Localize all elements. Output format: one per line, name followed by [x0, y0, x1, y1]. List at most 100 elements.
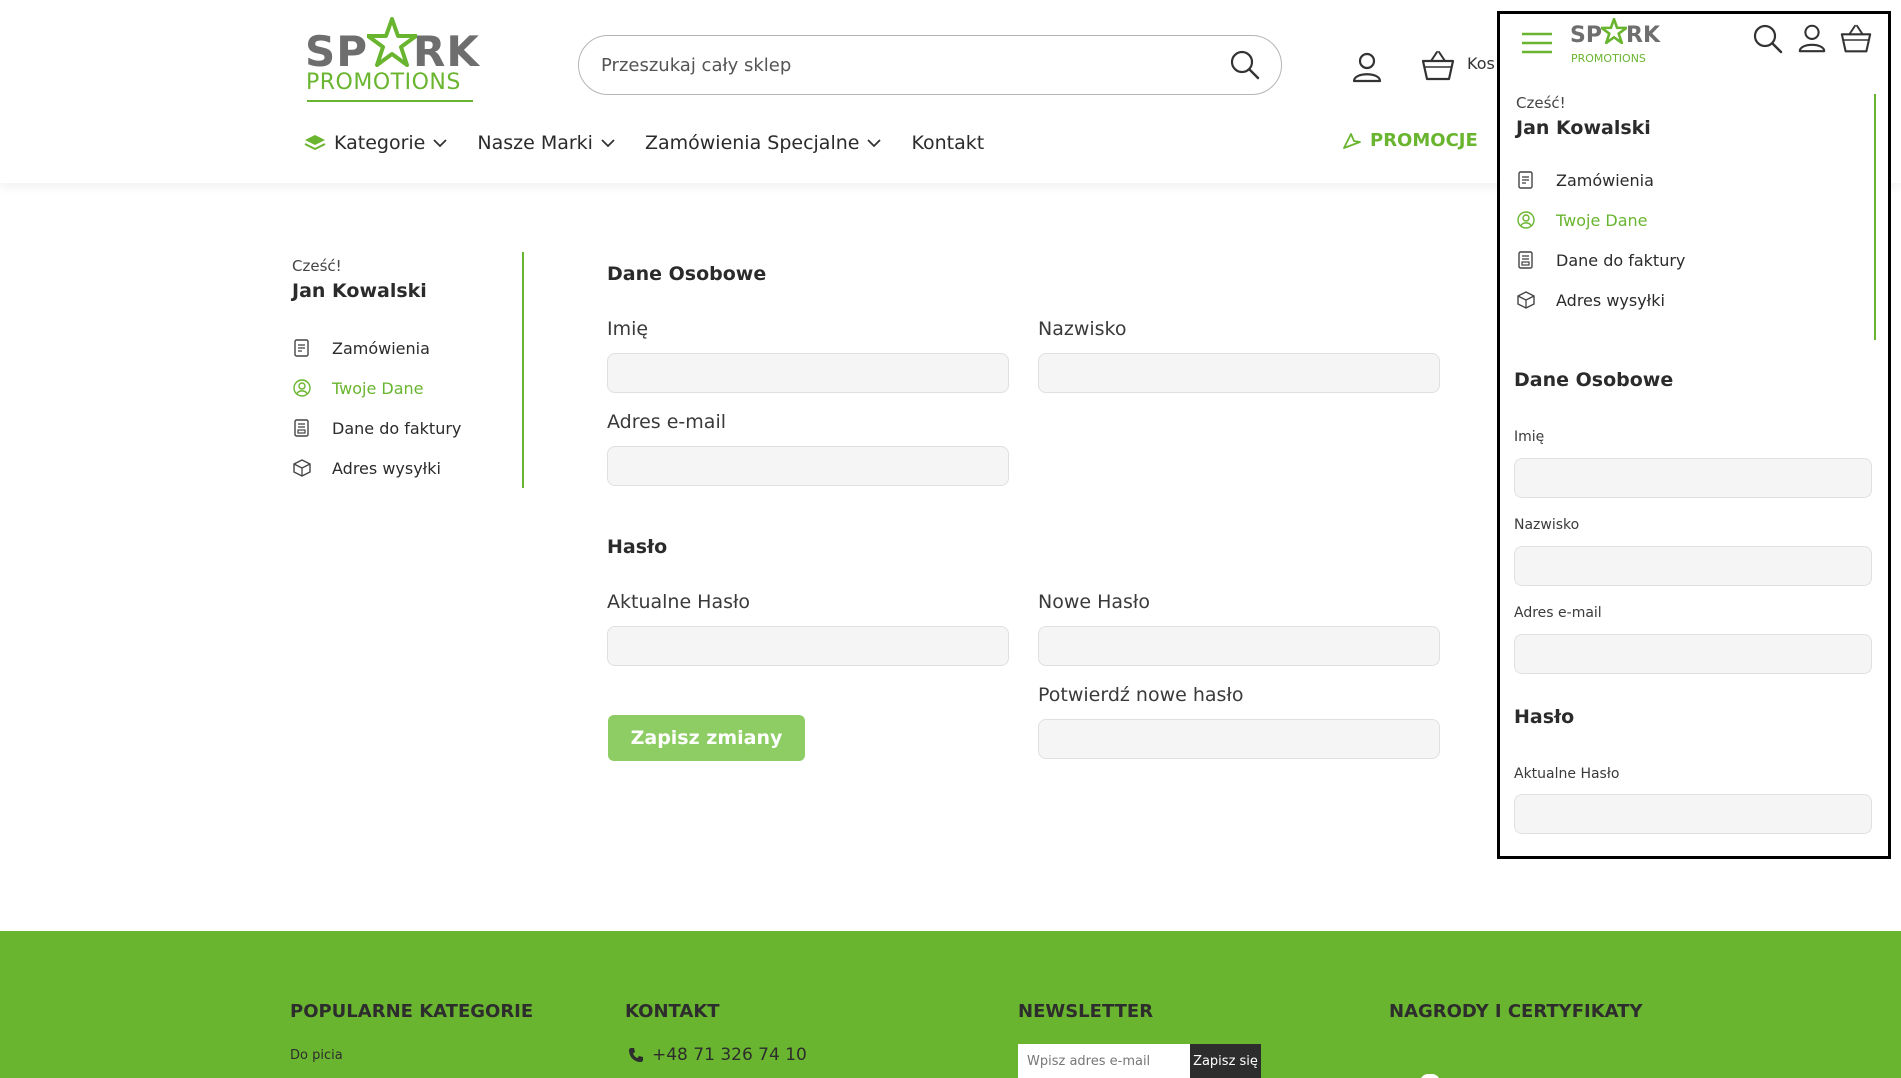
- newsletter-email-input[interactable]: [1018, 1044, 1190, 1078]
- logo-subtitle: PROMOTIONS: [1571, 52, 1646, 65]
- site-footer: POPULARNE KATEGORIE Do picia KONTAKT +48…: [0, 931, 1901, 1078]
- account-menu-invoice[interactable]: Dane do faktury: [292, 408, 461, 448]
- first-name-field-box: [607, 353, 1009, 393]
- nav-label: Kategorie: [334, 132, 426, 154]
- star-icon: [367, 17, 417, 67]
- account-menu-label: Dane do faktury: [1556, 250, 1686, 270]
- account-menu-your-data[interactable]: Twoje Dane: [292, 368, 461, 408]
- chevron-down-icon: [433, 138, 448, 147]
- last-name-label: Nazwisko: [1514, 517, 1580, 533]
- phone-icon: [629, 1048, 643, 1062]
- nav-item-marki[interactable]: Nasze Marki: [477, 132, 615, 154]
- promo-link[interactable]: PROMOCJE: [1342, 130, 1478, 151]
- user-icon[interactable]: [1796, 22, 1828, 54]
- account-menu-orders[interactable]: Zamówienia: [1516, 160, 1685, 200]
- email-field[interactable]: [608, 447, 1008, 485]
- current-password-field[interactable]: [1515, 795, 1871, 833]
- account-name: Jan Kowalski: [1516, 117, 1651, 139]
- email-label: Adres e-mail: [607, 411, 727, 433]
- account-name: Jan Kowalski: [292, 280, 427, 302]
- main-nav: Kategorie Nasze Marki Zamówienia Specjal…: [296, 128, 1014, 158]
- footer-phone-number: +48 71 326 74 10: [652, 1045, 807, 1065]
- first-name-label: Imię: [607, 318, 649, 340]
- profile-icon: [293, 379, 311, 397]
- account-menu-shipping[interactable]: Adres wysyłki: [1516, 280, 1685, 320]
- footer-categories-title: POPULARNE KATEGORIE: [290, 1001, 534, 1022]
- account-menu-label: Twoje Dane: [1556, 210, 1648, 230]
- account-menu-invoice[interactable]: Dane do faktury: [1516, 240, 1685, 280]
- mobile-preview: SP RK PROMOTIONS Cześć! Jan Kowalski Zam…: [1497, 11, 1891, 859]
- invoice-icon: [1518, 251, 1533, 269]
- footer-awards-title: NAGRODY I CERTYFIKATY: [1389, 1001, 1643, 1022]
- logo-text-left: SP: [305, 27, 369, 76]
- logo-subtitle: PROMOTIONS: [306, 70, 461, 95]
- account-menu-label: Zamówienia: [332, 338, 430, 358]
- new-password-field-box: [1038, 626, 1440, 666]
- mobile-header: SP RK PROMOTIONS: [1500, 14, 1888, 74]
- last-name-field-box: [1038, 353, 1440, 393]
- current-password-label: Aktualne Hasło: [607, 591, 751, 613]
- search-icon[interactable]: [1752, 23, 1784, 55]
- mobile-brand-logo[interactable]: SP RK PROMOTIONS: [1570, 17, 1660, 67]
- new-password-label: Nowe Hasło: [1038, 591, 1150, 613]
- cart-label[interactable]: Kos: [1467, 54, 1495, 73]
- package-icon: [1517, 291, 1535, 309]
- last-name-field-box: [1514, 546, 1872, 586]
- search-icon[interactable]: [1227, 47, 1263, 83]
- account-menu-label: Adres wysyłki: [332, 458, 441, 478]
- account-greeting: Cześć!: [1516, 94, 1566, 112]
- current-password-field[interactable]: [608, 627, 1008, 665]
- megaphone-icon: [1343, 132, 1361, 149]
- orders-icon: [1518, 171, 1533, 189]
- email-field-box: [1514, 634, 1872, 674]
- brand-logo[interactable]: SP RK PROMOTIONS: [305, 15, 479, 105]
- basket-icon[interactable]: [1420, 48, 1456, 84]
- footer-phone[interactable]: +48 71 326 74 10: [628, 1045, 807, 1065]
- logo-text-right: RK: [1626, 23, 1660, 48]
- current-password-label: Aktualne Hasło: [1514, 766, 1620, 782]
- nav-label: Nasze Marki: [477, 132, 593, 154]
- account-menu-your-data[interactable]: Twoje Dane: [1516, 200, 1685, 240]
- search-input[interactable]: [601, 50, 1201, 80]
- confirm-password-field-box: [1038, 719, 1440, 759]
- last-name-field[interactable]: [1039, 354, 1439, 392]
- current-password-field-box: [1514, 794, 1872, 834]
- account-menu-orders[interactable]: Zamówienia: [292, 328, 461, 368]
- account-menu-shipping[interactable]: Adres wysyłki: [292, 448, 461, 488]
- newsletter-subscribe-button[interactable]: Zapisz się: [1190, 1044, 1261, 1078]
- personal-data-title: Dane Osobowe: [607, 263, 767, 285]
- save-button[interactable]: Zapisz zmiany: [608, 715, 805, 761]
- logo-underline: [307, 100, 473, 102]
- nav-item-zamowienia-specjalne[interactable]: Zamówienia Specjalne: [645, 132, 882, 154]
- account-menu-label: Dane do faktury: [332, 418, 462, 438]
- nav-item-kategorie[interactable]: Kategorie: [296, 132, 448, 154]
- footer-link-do-picia[interactable]: Do picia: [290, 1048, 343, 1063]
- profile-form: Dane Osobowe Imię Nazwisko Adres e-mail …: [607, 260, 1441, 780]
- new-password-field[interactable]: [1039, 627, 1439, 665]
- account-greeting: Cześć!: [292, 257, 342, 275]
- password-title: Hasło: [607, 536, 668, 558]
- nav-label: Zamówienia Specjalne: [644, 132, 860, 154]
- account-menu-label: Zamówienia: [1556, 170, 1654, 190]
- footer-contact-title: KONTAKT: [625, 1001, 720, 1022]
- orders-icon: [294, 339, 309, 357]
- first-name-field[interactable]: [1515, 459, 1871, 497]
- confirm-password-field[interactable]: [1039, 720, 1439, 758]
- user-icon[interactable]: [1350, 50, 1384, 84]
- invoice-icon: [294, 419, 309, 437]
- email-field[interactable]: [1515, 635, 1871, 673]
- nav-item-kontakt[interactable]: Kontakt: [911, 132, 984, 154]
- nav-label: Kontakt: [911, 132, 985, 154]
- email-label: Adres e-mail: [1514, 605, 1602, 621]
- first-name-field-box: [1514, 458, 1872, 498]
- hamburger-menu-icon[interactable]: [1520, 28, 1554, 58]
- star-icon: [1601, 18, 1627, 44]
- account-menu-label: Twoje Dane: [332, 378, 424, 398]
- last-name-field[interactable]: [1515, 547, 1871, 585]
- profile-icon: [1517, 211, 1535, 229]
- footer-newsletter-title: NEWSLETTER: [1018, 1001, 1154, 1022]
- personal-data-title: Dane Osobowe: [1514, 369, 1674, 391]
- logo-text-left: SP: [1570, 23, 1602, 48]
- first-name-field[interactable]: [608, 354, 1008, 392]
- basket-icon[interactable]: [1839, 22, 1873, 56]
